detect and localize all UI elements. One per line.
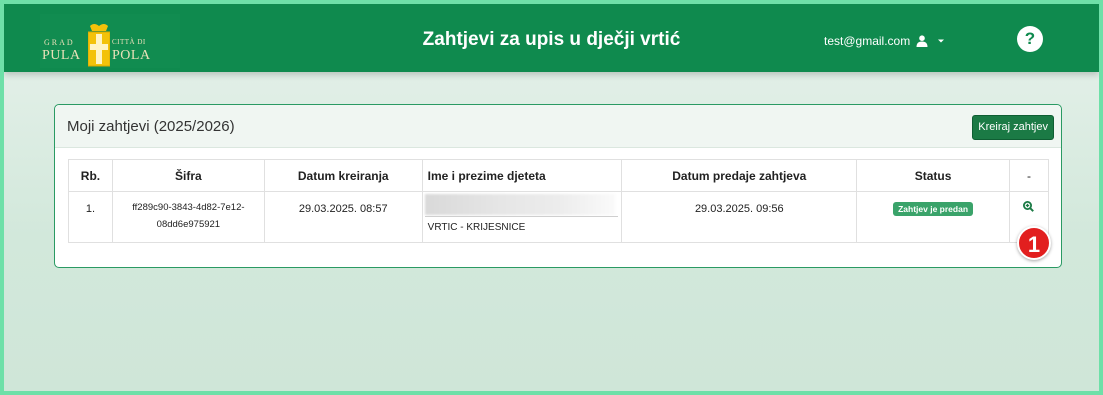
- status-badge: Zahtjev je predan: [893, 202, 974, 216]
- sifra-line-1: ff289c90-3843-4d82-7e12-: [132, 202, 245, 213]
- table-header-row: Rb. Šifra Datum kreiranja Ime i prezime …: [68, 159, 1050, 192]
- top-bar: GRAD PULA CITTÀ DI POLA Zahtjevi za upis…: [4, 4, 1099, 72]
- table-row: 1. ff289c90-3843-4d82-7e12- 08dd6e975921…: [68, 191, 1050, 243]
- zoom-in-icon: [1023, 201, 1035, 212]
- annotation-marker: 1: [1017, 226, 1051, 260]
- kindergarten-name: VRTIC - KRIJESNICE: [427, 222, 526, 233]
- card-header: Moji zahtjevi (2025/2026) Kreiraj zahtje…: [55, 105, 1061, 148]
- col-header-status: Status: [856, 159, 1010, 192]
- app-frame: GRAD PULA CITTÀ DI POLA Zahtjevi za upis…: [4, 4, 1099, 391]
- cell-sifra: ff289c90-3843-4d82-7e12- 08dd6e975921: [111, 191, 265, 243]
- user-menu[interactable]: test@gmail.com: [824, 34, 945, 48]
- name-divider: [424, 216, 618, 217]
- create-request-button[interactable]: Kreiraj zahtjev: [972, 115, 1054, 140]
- cell-datum-kreiranja: 29.03.2025. 08:57: [263, 191, 423, 243]
- view-details-button[interactable]: [1023, 201, 1035, 215]
- col-header-datum-predaje: Datum predaje zahtjeva: [621, 159, 858, 192]
- col-header-actions: -: [1008, 159, 1050, 192]
- user-email: test@gmail.com: [824, 34, 911, 48]
- col-header-rb: Rb.: [68, 159, 113, 192]
- card-title: Moji zahtjevi (2025/2026): [67, 118, 235, 135]
- col-header-datum-kreiranja: Datum kreiranja: [263, 159, 423, 192]
- user-icon: [916, 35, 928, 47]
- caret-down-icon: [938, 39, 945, 43]
- cell-datum-predaje: 29.03.2025. 09:56: [621, 191, 858, 243]
- sifra-line-2: 08dd6e975921: [156, 219, 221, 230]
- requests-table: Rb. Šifra Datum kreiranja Ime i prezime …: [68, 159, 1050, 243]
- cell-ime-djeteta: VRTIC - KRIJESNICE: [421, 191, 623, 243]
- col-header-ime-djeteta: Ime i prezime djeteta: [421, 159, 623, 192]
- cell-rb: 1.: [68, 191, 113, 243]
- cell-status: Zahtjev je predan: [856, 191, 1010, 243]
- blurred-child-name: [424, 194, 615, 215]
- help-button[interactable]: ?: [1017, 26, 1043, 52]
- requests-card: Moji zahtjevi (2025/2026) Kreiraj zahtje…: [54, 104, 1062, 268]
- col-header-sifra: Šifra: [111, 159, 265, 192]
